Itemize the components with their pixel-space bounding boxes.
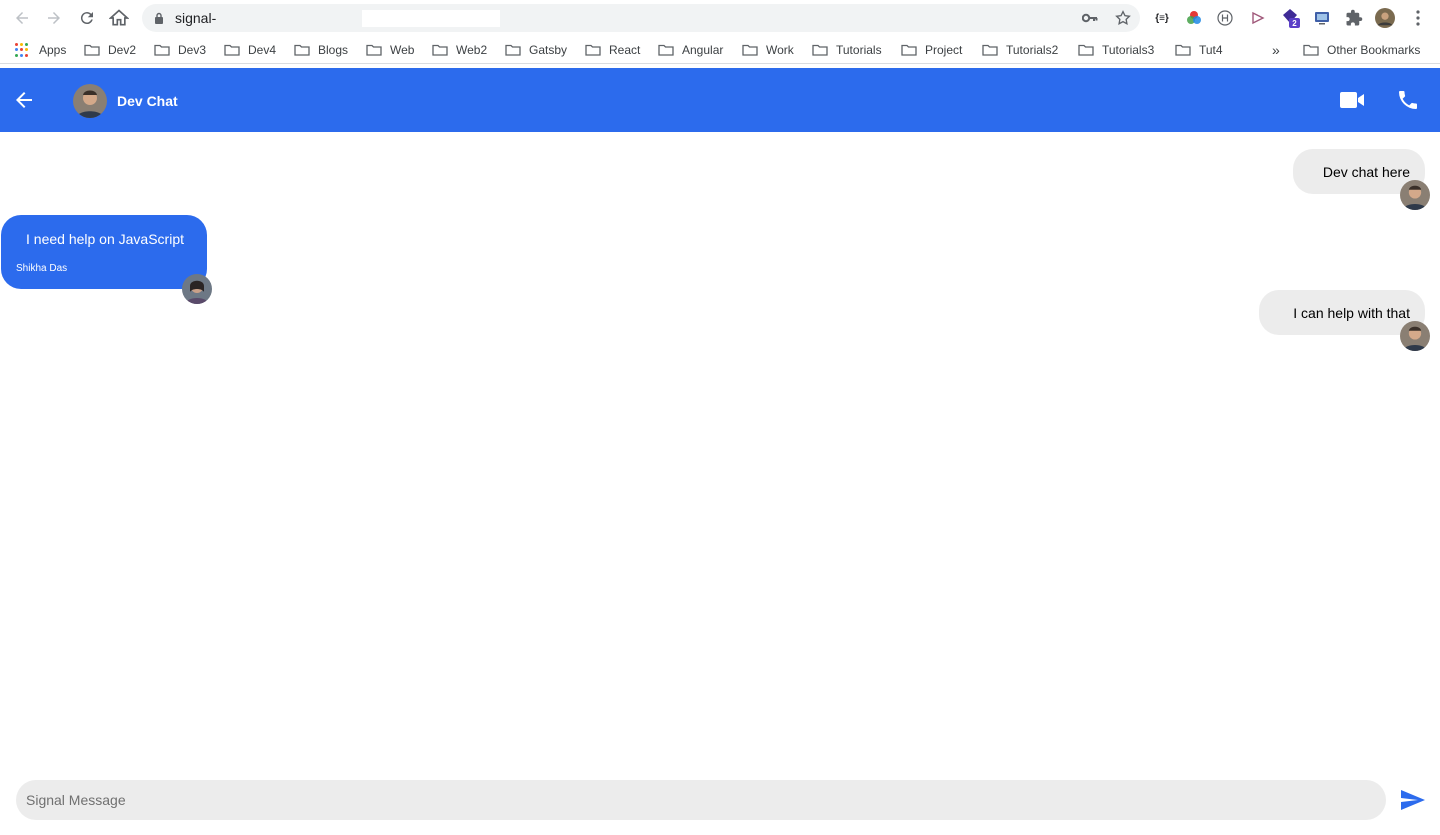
bookmark-label: Work <box>766 43 794 57</box>
bookmark-folder[interactable]: Tutorials <box>812 42 882 58</box>
lock-icon <box>155 12 163 24</box>
address-redaction <box>362 10 500 27</box>
screen-extension-icon[interactable] <box>1312 8 1332 28</box>
key-icon[interactable] <box>1082 11 1098 25</box>
arrow-left-icon <box>16 12 28 24</box>
bookmark-other[interactable]: Other Bookmarks <box>1303 42 1420 58</box>
arrow-right-icon <box>48 12 60 24</box>
message-sender: Shikha Das <box>16 263 68 274</box>
bookmark-label: Dev2 <box>108 43 137 57</box>
h-extension-icon[interactable] <box>1215 8 1235 28</box>
bookmark-folder[interactable]: Gatsby <box>505 42 567 58</box>
folder-icon <box>1078 44 1094 56</box>
folder-icon <box>658 44 674 56</box>
apps-grid-icon <box>15 43 29 57</box>
bookmark-folder[interactable]: Web2 <box>432 42 487 58</box>
bookmark-label: Project <box>925 43 963 57</box>
color-extension-icon[interactable] <box>1184 8 1204 28</box>
bookmark-folder[interactable]: Dev4 <box>224 42 276 58</box>
message-avatar <box>1400 180 1430 210</box>
bookmark-folder[interactable]: Project <box>901 42 962 58</box>
bookmarks-bar: Apps Dev2 Dev3 Dev4 Blogs Web Web2 Gatsb… <box>0 36 1440 64</box>
folder-icon <box>585 44 601 56</box>
folder-icon <box>901 44 917 56</box>
bookmark-label: Tutorials3 <box>1102 43 1155 57</box>
bookmark-folder[interactable]: Angular <box>658 42 723 58</box>
bookmark-folder[interactable]: Tut4 <box>1175 42 1223 58</box>
browser-toolbar: signal- {≡} 2 <box>0 0 1440 36</box>
send-icon[interactable] <box>1400 788 1426 812</box>
play-extension-icon[interactable] <box>1248 8 1268 28</box>
browser-forward-button[interactable] <box>43 7 65 29</box>
message-input[interactable] <box>16 780 1386 820</box>
message-text: Dev chat here <box>1322 164 1410 180</box>
bookmarks-overflow-button[interactable]: » <box>1272 42 1280 58</box>
browser-back-button[interactable] <box>11 7 33 29</box>
home-icon <box>109 9 129 26</box>
video-call-icon[interactable] <box>1338 88 1366 112</box>
bookmark-label: Gatsby <box>529 43 568 57</box>
message-bubble-received: I need help on JavaScript Shikha Das <box>1 215 207 289</box>
folder-icon <box>294 44 310 56</box>
bookmark-folder[interactable]: Web <box>366 42 414 58</box>
back-arrow-icon[interactable] <box>12 88 36 112</box>
message-text: I can help with that <box>1293 305 1410 321</box>
bookmark-label: Tut4 <box>1199 43 1223 57</box>
folder-icon <box>742 44 758 56</box>
message-avatar <box>182 274 212 304</box>
bookmark-folder[interactable]: Dev2 <box>84 42 136 58</box>
reload-icon <box>80 12 93 25</box>
folder-icon <box>982 44 998 56</box>
bookmark-folder[interactable]: Dev3 <box>154 42 206 58</box>
chat-avatar[interactable] <box>73 84 107 118</box>
folder-icon <box>432 44 448 56</box>
bookmark-label: Blogs <box>318 43 349 57</box>
folder-icon <box>84 44 100 56</box>
browser-home-button[interactable] <box>108 7 130 29</box>
address-url: signal- <box>175 10 217 26</box>
folder-icon <box>154 44 170 56</box>
message-bubble-sent: I can help with that <box>1259 290 1425 335</box>
chat-title: Dev Chat <box>117 93 178 109</box>
phone-call-icon[interactable] <box>1396 88 1420 112</box>
bookmark-label: Dev4 <box>248 43 277 57</box>
address-bar[interactable]: signal- <box>142 4 1140 32</box>
bookmark-folder[interactable]: Tutorials2 <box>982 42 1058 58</box>
gem-extension-icon[interactable]: 2 <box>1280 8 1300 28</box>
bookmark-folder[interactable]: Tutorials3 <box>1078 42 1154 58</box>
folder-icon <box>1175 44 1191 56</box>
puzzle-icon[interactable] <box>1344 8 1364 28</box>
profile-avatar-icon[interactable] <box>1375 8 1395 28</box>
bookmark-label: Angular <box>682 43 724 57</box>
folder-icon <box>812 44 828 56</box>
browser-reload-button[interactable] <box>76 7 98 29</box>
folder-icon <box>366 44 382 56</box>
bookmark-folder[interactable]: Blogs <box>294 42 348 58</box>
chat-header: Dev Chat <box>0 68 1440 132</box>
bookmark-label: Dev3 <box>178 43 207 57</box>
bookmark-label: Tutorials2 <box>1006 43 1059 57</box>
extension-badge-count: 2 <box>1292 19 1297 28</box>
bookmark-folder[interactable]: Work <box>742 42 794 58</box>
star-icon[interactable] <box>1114 9 1132 27</box>
folder-icon <box>505 44 521 56</box>
bookmark-label: Apps <box>39 43 67 57</box>
bookmark-label: Web2 <box>456 43 488 57</box>
bookmark-label: Tutorials <box>836 43 882 57</box>
bookmark-folder[interactable]: React <box>585 42 640 58</box>
message-text: I need help on JavaScript <box>26 231 184 247</box>
bookmark-label: React <box>609 43 641 57</box>
folder-icon <box>1303 44 1319 56</box>
folder-icon <box>224 44 240 56</box>
bookmark-label: Other Bookmarks <box>1327 43 1421 57</box>
bookmark-label: Web <box>390 43 415 57</box>
message-avatar <box>1400 321 1430 351</box>
bookmark-apps[interactable]: Apps <box>15 42 66 58</box>
json-extension-icon[interactable]: {≡} <box>1152 8 1172 28</box>
menu-kebab-icon[interactable] <box>1408 8 1428 28</box>
